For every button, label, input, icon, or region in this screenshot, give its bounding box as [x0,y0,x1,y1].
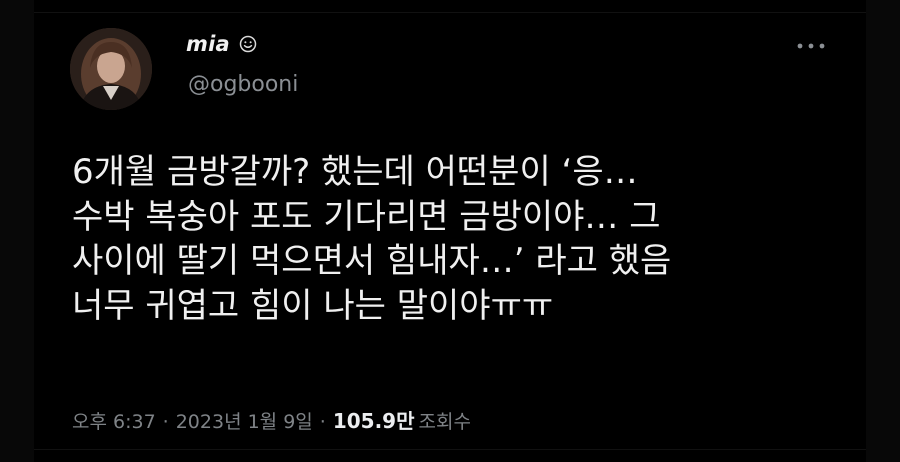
more-options-icon[interactable] [796,42,826,50]
tweet-text-line: 너무 귀엽고 힘이 나는 말이야ㅠㅠ [72,285,554,326]
tweet-time[interactable]: 오후 6:37 [72,407,156,434]
avatar[interactable] [70,28,152,110]
tweet-screenshot: mia @ogbooni 6개월 금방갈까? 했는데 어떤분이 ‘응… 수박 복… [0,0,900,462]
separator: · [319,411,326,433]
tweet-text: 6개월 금방갈까? 했는데 어떤분이 ‘응… 수박 복숭아 포도 기다리면 금방… [72,150,862,328]
right-border [866,0,900,462]
tweet-text-line: 수박 복숭아 포도 기다리면 금방이야… 그 [72,196,661,237]
tweet-metadata: 오후 6:37 · 2023년 1월 9일 · 105.9만 조회수 [72,405,471,434]
tweet-text-line: 6개월 금방갈까? 했는데 어떤분이 ‘응… [72,152,638,192]
views-count: 105.9만 [332,409,415,433]
smile-icon [239,35,257,53]
tweet-text-line: 사이에 딸기 먹으면서 힘내자…’ 라고 했음 [72,241,672,281]
views-label: 조회수 [418,411,471,433]
display-name[interactable]: mia [186,32,230,56]
separator: · [162,411,169,433]
tweet-date[interactable]: 2023년 1월 9일 [176,407,313,434]
author-handle[interactable]: @ogbooni [188,72,298,97]
left-border [0,0,34,462]
top-divider [34,12,866,13]
author-name-row[interactable]: mia [186,32,257,56]
bottom-divider [34,449,866,450]
